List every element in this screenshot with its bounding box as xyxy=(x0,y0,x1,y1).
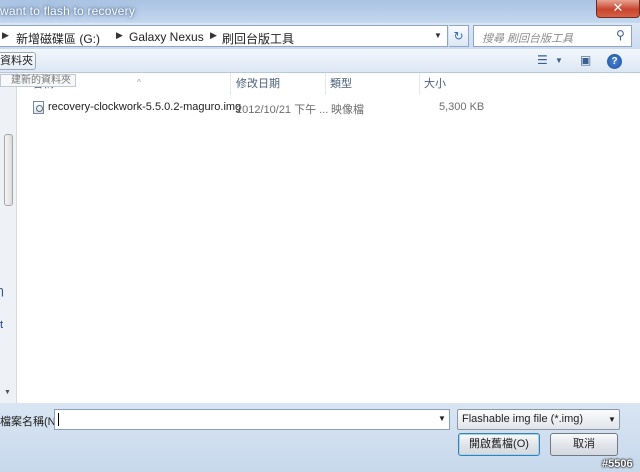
new-folder-button[interactable]: 資料夾 xyxy=(0,52,36,70)
breadcrumb-galaxy-nexus[interactable]: Galaxy Nexus xyxy=(129,30,204,44)
view-dropdown-icon[interactable]: ▼ xyxy=(555,56,563,65)
open-button[interactable]: 開啟舊檔(O) xyxy=(458,433,540,456)
search-input[interactable]: 搜尋 刷回台版工具 ⚲ xyxy=(473,25,632,47)
filename-label: 檔案名稱(N): xyxy=(0,416,63,428)
title-bar: want to flash to recovery ✕ xyxy=(0,0,640,22)
breadcrumb-separator-icon[interactable]: ▶ xyxy=(2,30,9,41)
search-placeholder: 搜尋 刷回台版工具 xyxy=(482,33,574,45)
nav-item[interactable]: t xyxy=(0,319,3,331)
disc-image-file-icon xyxy=(33,101,44,114)
view-options-icon[interactable]: ☰ xyxy=(537,53,548,67)
window-title: want to flash to recovery xyxy=(0,4,136,18)
file-size: 5,300 KB xyxy=(439,101,485,113)
chevron-down-icon: ▼ xyxy=(608,415,616,424)
tooltip: 建新的資料夾 xyxy=(0,74,76,87)
scroll-down-arrow-icon[interactable]: ▼ xyxy=(4,389,11,396)
column-header-type[interactable]: 類型 xyxy=(330,73,420,95)
table-row[interactable]: recovery-clockwork-5.5.0.2-maguro.img 20… xyxy=(29,99,489,117)
file-date: 2012/10/21 下午 ... xyxy=(236,104,329,116)
address-bar: ▶ 新增磁碟區 (G:) ▶ Galaxy Nexus ▶ 刷回台版工具 ▼ ↻… xyxy=(0,23,640,49)
column-header-date[interactable]: 修改日期 xyxy=(236,73,326,95)
preview-pane-icon[interactable]: ▣ xyxy=(580,53,591,67)
refresh-icon: ↻ xyxy=(453,29,464,43)
column-header-size[interactable]: 大小 xyxy=(424,73,482,95)
filename-dropdown-icon[interactable]: ▼ xyxy=(438,414,446,423)
dialog-footer: 檔案名稱(N): ▼ Flashable img file (*.img) ▼ … xyxy=(0,403,640,472)
text-caret xyxy=(58,413,59,426)
sort-arrow-icon: ^ xyxy=(137,78,141,87)
search-icon[interactable]: ⚲ xyxy=(616,28,625,42)
file-list: 名稱 ^ 建新的資料夾 修改日期 類型 大小 recovery-clockwor… xyxy=(0,73,640,403)
cancel-button[interactable]: 取消 xyxy=(550,433,618,456)
main-content: ▼ ɿ t 名稱 ^ 建新的資料夾 修改日期 類型 大小 recovery-cl… xyxy=(0,73,640,403)
scrollbar-thumb[interactable] xyxy=(4,134,13,206)
breadcrumb[interactable]: ▶ 新增磁碟區 (G:) ▶ Galaxy Nexus ▶ 刷回台版工具 ▼ xyxy=(0,25,448,47)
close-button[interactable]: ✕ xyxy=(596,0,640,18)
filename-field[interactable]: ▼ xyxy=(54,409,450,430)
address-dropdown-icon[interactable]: ▼ xyxy=(434,31,442,40)
breadcrumb-drive[interactable]: 新增磁碟區 (G:) xyxy=(16,30,100,47)
watermark: #5506 xyxy=(602,458,633,470)
refresh-button[interactable]: ↻ xyxy=(449,25,469,47)
toolbar: 資料夾 ☰ ▼ ▣ ? xyxy=(0,49,640,73)
file-name: recovery-clockwork-5.5.0.2-maguro.img xyxy=(48,101,242,113)
file-type-filter-value: Flashable img file (*.img) xyxy=(462,413,584,425)
file-type: 映像檔 xyxy=(331,104,364,116)
breadcrumb-separator-icon[interactable]: ▶ xyxy=(210,30,217,41)
breadcrumb-separator-icon[interactable]: ▶ xyxy=(116,30,123,41)
breadcrumb-current-folder[interactable]: 刷回台版工具 xyxy=(222,30,294,47)
navigation-scrollbar[interactable]: ▼ xyxy=(0,73,17,403)
file-type-filter-select[interactable]: Flashable img file (*.img) ▼ xyxy=(457,409,620,430)
nav-item[interactable]: ɿ xyxy=(0,285,4,297)
help-icon[interactable]: ? xyxy=(607,54,622,69)
